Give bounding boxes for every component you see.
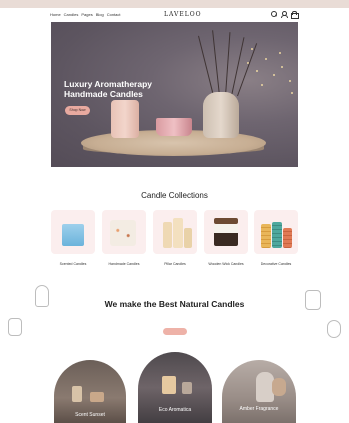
- decorative-candles-image: [261, 224, 271, 248]
- reed-stick: [231, 37, 245, 97]
- collection-item[interactable]: Wooden Wick Candles: [204, 210, 248, 268]
- bokeh-light: [291, 92, 293, 94]
- pillar-candle: [111, 100, 139, 138]
- pillar-candles-image: [184, 228, 192, 248]
- collection-thumb[interactable]: [51, 210, 95, 254]
- collections-title: Candle Collections: [141, 191, 208, 200]
- reed-stick: [198, 35, 214, 97]
- collection-name[interactable]: Wooden Wick Candles: [204, 262, 248, 266]
- card-photo: [72, 386, 82, 402]
- card-title: Scent Sunset: [75, 412, 105, 418]
- collection-item[interactable]: Scented Candles: [51, 210, 95, 268]
- about-title: We make the Best Natural Candles: [104, 299, 245, 309]
- decorative-candles-image: [272, 222, 282, 248]
- card-photo: [162, 376, 176, 394]
- user-icon[interactable]: [281, 11, 288, 18]
- pillar-candles-image: [163, 222, 172, 248]
- search-icon[interactable]: [271, 11, 277, 17]
- collections-grid: Scented Candles Handmade Candles Pillar …: [51, 210, 298, 275]
- reed-stick: [225, 32, 231, 97]
- collection-item[interactable]: Handmade Candles: [102, 210, 146, 268]
- reed-stick: [212, 30, 220, 97]
- bokeh-light: [265, 58, 267, 60]
- feature-card[interactable]: Amber Fragrance: [222, 360, 296, 423]
- card-title: Eco Aromatica: [158, 407, 192, 413]
- site-header: Home Candles Pages Blog Contact LAVELOO: [50, 9, 299, 21]
- hero-banner: Luxury Aromatherapy Handmade Candles Sho…: [51, 22, 298, 167]
- card-photo: [272, 378, 286, 396]
- collection-name[interactable]: Handmade Candles: [102, 262, 146, 266]
- collection-name[interactable]: Decorative Candles: [254, 262, 298, 266]
- nav-blog[interactable]: Blog: [96, 12, 104, 17]
- candle-sketch-illustration: [327, 320, 341, 338]
- announcement-bar: [0, 0, 349, 8]
- blue-candle-image: [62, 224, 84, 246]
- feature-card[interactable]: Scent Sunset: [54, 360, 126, 423]
- candle-sketch-illustration: [8, 318, 22, 336]
- collection-item[interactable]: Decorative Candles: [254, 210, 298, 268]
- collection-thumb[interactable]: [204, 210, 248, 254]
- bag-icon[interactable]: [291, 11, 299, 19]
- header-actions: [271, 11, 299, 19]
- nav-home[interactable]: Home: [50, 12, 61, 17]
- nav-pages[interactable]: Pages: [81, 12, 92, 17]
- shop-now-button[interactable]: Shop Now: [65, 106, 90, 115]
- collection-name[interactable]: Scented Candles: [51, 262, 95, 266]
- about-button[interactable]: [163, 328, 187, 335]
- card-title: Amber Fragrance: [239, 406, 279, 412]
- feature-card[interactable]: Eco Aromatica: [138, 352, 212, 423]
- site-logo[interactable]: LAVELOO: [164, 11, 202, 18]
- feature-cards: Scent Sunset Eco Aromatica Amber Fragran…: [54, 352, 296, 423]
- main-nav: Home Candles Pages Blog Contact: [50, 12, 121, 17]
- collection-item[interactable]: Pillar Candles: [153, 210, 197, 268]
- bokeh-light: [281, 66, 283, 68]
- bokeh-light: [256, 70, 258, 72]
- diffuser-vase: [203, 92, 239, 138]
- hero-title: Luxury Aromatherapy Handmade Candles: [64, 79, 153, 99]
- collection-thumb[interactable]: [102, 210, 146, 254]
- nav-candles[interactable]: Candles: [64, 12, 79, 17]
- nav-contact[interactable]: Contact: [107, 12, 121, 17]
- speckled-candle-image: [110, 220, 136, 246]
- card-photo: [182, 382, 192, 394]
- pillar-candles-image: [173, 218, 183, 248]
- card-photo: [90, 392, 104, 402]
- collection-thumb[interactable]: [254, 210, 298, 254]
- bokeh-light: [273, 74, 275, 76]
- bokeh-light: [279, 52, 281, 54]
- collection-thumb[interactable]: [153, 210, 197, 254]
- glass-candle: [156, 118, 192, 136]
- bokeh-light: [261, 84, 263, 86]
- decorative-candles-image: [283, 228, 292, 248]
- jar-candle-image: [214, 224, 238, 246]
- collection-name[interactable]: Pillar Candles: [153, 262, 197, 266]
- bokeh-light: [289, 80, 291, 82]
